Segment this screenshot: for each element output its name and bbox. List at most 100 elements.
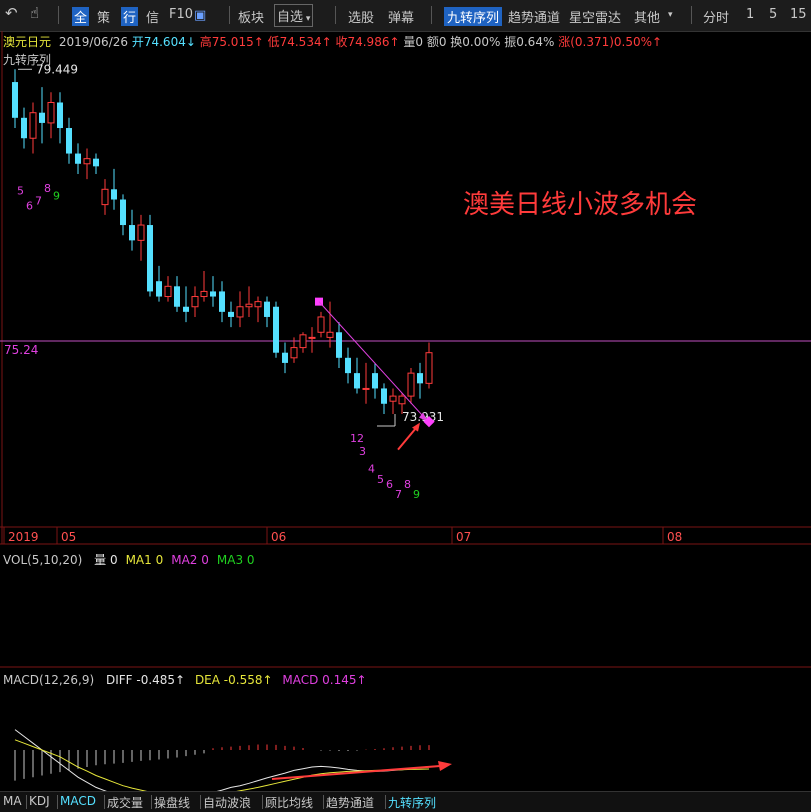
toolbar-ce[interactable]: 策 xyxy=(97,7,110,26)
date-tick-label: 06 xyxy=(271,530,286,544)
bottom-tab[interactable]: 九转序列 xyxy=(388,794,436,811)
macd-dea: DEA -0.558↑ xyxy=(194,673,273,687)
bottom-tab[interactable]: 顾比均线 xyxy=(265,794,313,811)
toolbar-bankuai[interactable]: 板块 xyxy=(238,7,264,26)
cursor-icon[interactable]: ☝ xyxy=(30,4,39,22)
candle-body xyxy=(317,316,325,333)
toolbar-5min[interactable]: 5 xyxy=(769,7,777,22)
divider xyxy=(691,6,692,24)
divider xyxy=(58,6,59,24)
tab-divider xyxy=(200,795,201,809)
price-panel: 75.24 201905060708 79.44973.931 56789123… xyxy=(0,31,811,545)
toolbar-quan[interactable]: 全 xyxy=(72,7,90,26)
candle-body xyxy=(254,301,262,308)
td-sequence-label: 3 xyxy=(359,445,366,458)
bottom-tab[interactable]: 趋势通道 xyxy=(326,794,374,811)
candle-body xyxy=(354,373,360,389)
candle-body xyxy=(282,352,288,363)
bottom-tab[interactable]: MA xyxy=(3,794,22,808)
tab-divider xyxy=(385,795,386,809)
bottom-tab[interactable]: 自动波浪 xyxy=(203,794,251,811)
toolbar-15min[interactable]: 15 xyxy=(790,7,807,22)
toolbar-hang[interactable]: 行 xyxy=(121,7,139,26)
td-sequence-label: 8 xyxy=(44,182,51,195)
bottom-tab[interactable]: MACD xyxy=(60,794,96,808)
candle-body xyxy=(417,373,423,384)
candle-body xyxy=(147,225,153,292)
candle-body xyxy=(381,388,387,404)
td-sequence-label: 5 xyxy=(377,473,384,486)
vol-header: VOL(5,10,20) 量 0 MA1 0 MA2 0 MA3 0 xyxy=(3,551,255,568)
divider xyxy=(229,6,230,24)
candle-body xyxy=(120,199,126,226)
back-icon[interactable]: ↶ xyxy=(5,4,18,22)
candle-body xyxy=(398,395,406,405)
candle-body xyxy=(75,153,81,164)
candle-body xyxy=(57,102,63,129)
td-sequence-label: 7 xyxy=(395,488,402,501)
toolbar-xin[interactable]: 信 xyxy=(146,7,159,26)
bottom-tabs: MA KDJ MACD 成交量 操盘线 自动波浪 顾比均线 趋势通道 九转序列 xyxy=(0,791,811,812)
toolbar-danmu[interactable]: 弹幕 xyxy=(388,7,414,26)
bottom-tab[interactable]: 操盘线 xyxy=(154,794,190,811)
toolbar-qushi[interactable]: 趋势通道 xyxy=(508,7,560,26)
chevron-down-icon[interactable]: ▾ xyxy=(668,10,673,20)
candle-body xyxy=(210,291,216,297)
toolbar-xuangu[interactable]: 选股 xyxy=(348,7,374,26)
vol-item: MA1 0 xyxy=(125,553,164,567)
date-tick-label: 05 xyxy=(61,530,76,544)
vol-item: MA2 0 xyxy=(171,553,209,567)
annotations: 澳美日线小波多机会 xyxy=(315,190,697,451)
candle-body xyxy=(372,373,378,389)
zixuan-dropdown[interactable]: 自选 ▾ xyxy=(274,4,314,27)
date-axis: 2019 05 06 07 08 xyxy=(3,527,682,544)
candle-body xyxy=(174,286,180,307)
window-icon[interactable]: ▣ xyxy=(194,8,206,23)
candle-body xyxy=(47,101,55,124)
candle-body xyxy=(362,387,370,390)
td-sequence-label: 5 xyxy=(17,184,24,197)
candle-body xyxy=(101,188,109,206)
tds-labels: 56 78912345 6789 xyxy=(17,182,420,501)
tab-divider xyxy=(323,795,324,809)
candle-body xyxy=(290,347,298,359)
candle-body xyxy=(111,189,117,200)
candle-body xyxy=(236,306,244,318)
candle-body xyxy=(200,290,208,298)
toolbar-xingkong[interactable]: 星空雷达 xyxy=(569,7,621,26)
vol-item: MA3 0 xyxy=(216,553,255,567)
annotation-text: 澳美日线小波多机会 xyxy=(463,190,697,220)
candle-body xyxy=(299,334,307,349)
red-trend-arrow-head xyxy=(438,761,452,771)
chevron-down-icon: ▾ xyxy=(303,14,311,24)
candle-body xyxy=(345,357,351,374)
bottom-tab[interactable]: KDJ xyxy=(29,794,50,808)
candle-body xyxy=(129,225,135,241)
candle-body xyxy=(336,332,342,358)
toolbar-1min[interactable]: 1 xyxy=(746,7,754,22)
tab-divider xyxy=(104,795,105,809)
tab-divider xyxy=(151,795,152,809)
toolbar-f10[interactable]: F10 xyxy=(169,7,193,22)
td-sequence-label: 8 xyxy=(404,478,411,491)
tab-divider xyxy=(57,795,58,809)
candle-body xyxy=(183,306,189,312)
toolbar: ↶ ☝ 全 策 行 信 F10 ▣ 板块 自选 ▾ 选股 弹幕 九转序列 趋势通… xyxy=(0,0,811,32)
toolbar-jiuzhuan[interactable]: 九转序列 xyxy=(444,7,503,26)
candle-body xyxy=(156,281,162,297)
candle-body xyxy=(264,301,270,317)
bottom-tab[interactable]: 成交量 xyxy=(107,794,143,811)
candle-body xyxy=(425,352,433,384)
vol-item: 量 0 xyxy=(94,553,118,567)
candle-body xyxy=(164,285,172,298)
td-sequence-label: 7 xyxy=(35,195,42,208)
tab-divider xyxy=(262,795,263,809)
candle-body xyxy=(308,336,316,339)
macd-diff-line xyxy=(14,729,430,791)
td-sequence-label: 6 xyxy=(386,478,393,491)
toolbar-qita[interactable]: 其他 xyxy=(634,7,660,26)
candle-body xyxy=(83,158,91,165)
td-sequence-label: 4 xyxy=(368,463,375,476)
macd-header: MACD(12,26,9) DIFF -0.485↑ DEA -0.558↑ M… xyxy=(3,673,367,687)
toolbar-fenshi[interactable]: 分时 xyxy=(703,7,729,26)
